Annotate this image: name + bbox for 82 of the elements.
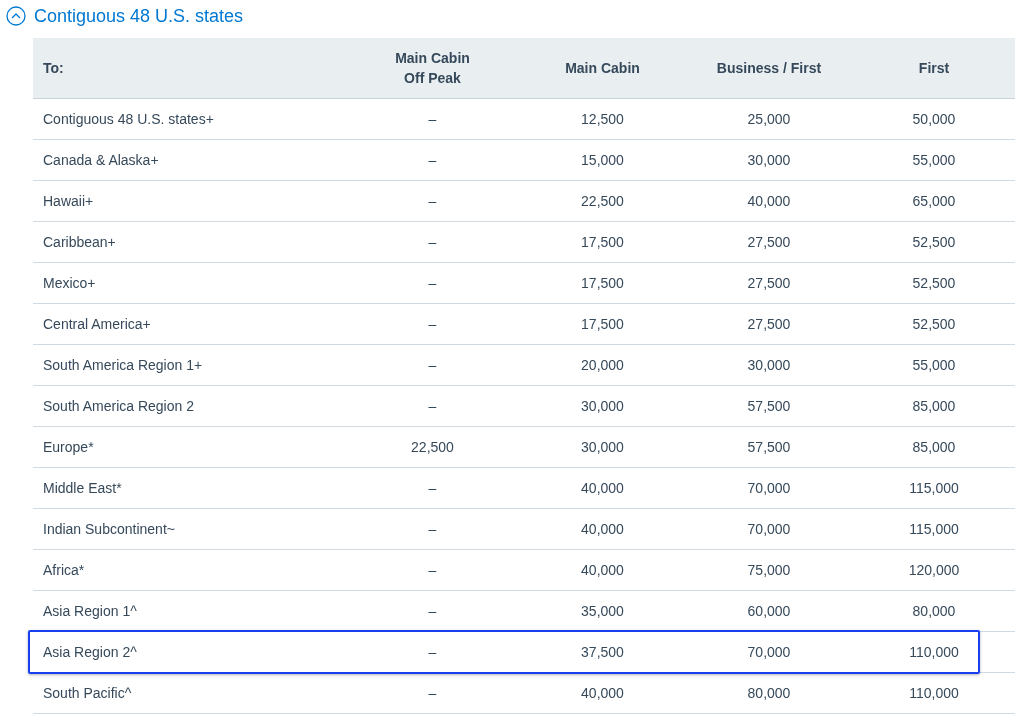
table-cell-text: 15,000 [580,151,625,170]
table-cell-text: 25,000 [746,110,792,129]
column-header: Business / First [715,59,823,78]
table-cell-text: 17,500 [580,274,625,293]
table-cell-text: – [427,356,438,375]
table-cell-text: Contiguous 48 U.S. states+ [42,110,215,129]
table-cell-text: 20,000 [580,356,625,375]
table-cell-text: 30,000 [580,397,625,416]
table-cell-text: 52,500 [911,315,957,334]
table-cell-text: Europe* [42,438,95,457]
table-cell-text: Indian Subcontinent~ [42,520,176,539]
table-cell-text: 80,000 [911,602,957,621]
table-cell-text: – [427,274,438,293]
table-cell-text: – [427,684,438,703]
table-cell-text: 85,000 [911,397,957,416]
table-cell-text: 57,500 [746,438,792,457]
table-cell-text: – [427,151,438,170]
table-cell-text: 22,500 [580,192,625,211]
table-cell-text: Central America+ [42,315,152,334]
table-cell-text: – [427,602,438,621]
table-cell-text: – [427,233,438,252]
column-header: Main Cabin [564,59,641,78]
table-cell-text: 30,000 [746,356,792,375]
table-cell-text: – [427,192,438,211]
table-cell-text: 40,000 [746,192,792,211]
table-cell-text: – [427,643,438,662]
table-cell-text: – [427,479,438,498]
table-cell-text: 52,500 [911,274,957,293]
table-cell-text: 40,000 [580,561,625,580]
table-cell-text: 75,000 [746,561,792,580]
table-cell-text: – [427,561,438,580]
table-cell-text: 110,000 [908,643,960,662]
table-cell-text: 27,500 [746,233,792,252]
table-cell-text: 40,000 [580,684,625,703]
table-cell-text: Middle East* [42,479,123,498]
table-cell-text: South America Region 1+ [42,356,204,375]
table-cell-text: 50,000 [911,110,957,129]
table-cell-text: 40,000 [580,520,625,539]
table-cell-text: 60,000 [746,602,792,621]
column-header: First [917,59,951,78]
table-cell-text: South America Region 2 [42,397,195,416]
table-cell-text: Asia Region 1^ [42,602,138,621]
table-cell-text: 115,000 [908,479,960,498]
table-cell-text: Africa* [42,561,86,580]
table-cell-text: – [427,397,438,416]
table-cell-text: 22,500 [410,438,455,457]
table-cell-text: South Pacific^ [42,684,133,703]
table-cell-text: – [427,315,438,334]
table-cell-text: Asia Region 2^ [42,643,138,662]
section-title[interactable]: Contiguous 48 U.S. states [34,5,244,27]
table-cell-text: Canada & Alaska+ [42,151,160,170]
table-cell-text: 57,500 [746,397,792,416]
table-cell-text: 17,500 [580,233,625,252]
table-cell-text: 17,500 [580,315,625,334]
column-header: To: [42,59,65,78]
table-cell-text: 37,500 [580,643,625,662]
table-cell-text: 70,000 [746,520,792,539]
table-cell-text: 55,000 [911,356,957,375]
table-cell-text: 115,000 [908,520,960,539]
table-cell-text: 65,000 [911,192,957,211]
collapse-icon[interactable] [6,6,26,26]
table-cell-text: 27,500 [746,315,792,334]
table-cell-text: Mexico+ [42,274,97,293]
table-cell-text: 110,000 [908,684,960,703]
table-cell-text: Caribbean+ [42,233,117,252]
column-header: Main Cabin Off Peak [394,49,471,88]
table-cell-text: 70,000 [746,479,792,498]
table-cell-text: 35,000 [580,602,625,621]
table-cell-text: 120,000 [907,561,961,580]
table-cell-text: 55,000 [911,151,957,170]
table-cell-text: 80,000 [746,684,792,703]
table-cell-text: Hawaii+ [42,192,95,211]
table-cell-text: 40,000 [580,479,625,498]
table-cell-text: – [427,110,438,129]
table-cell-text: 12,500 [580,110,625,129]
table-cell-text: 30,000 [580,438,625,457]
table-cell-text: 52,500 [911,233,957,252]
table-cell-text: – [427,520,438,539]
table-cell-text: 70,000 [746,643,792,662]
table-cell-text: 27,500 [746,274,792,293]
table-cell-text: 30,000 [746,151,792,170]
table-cell-text: 85,000 [911,438,957,457]
